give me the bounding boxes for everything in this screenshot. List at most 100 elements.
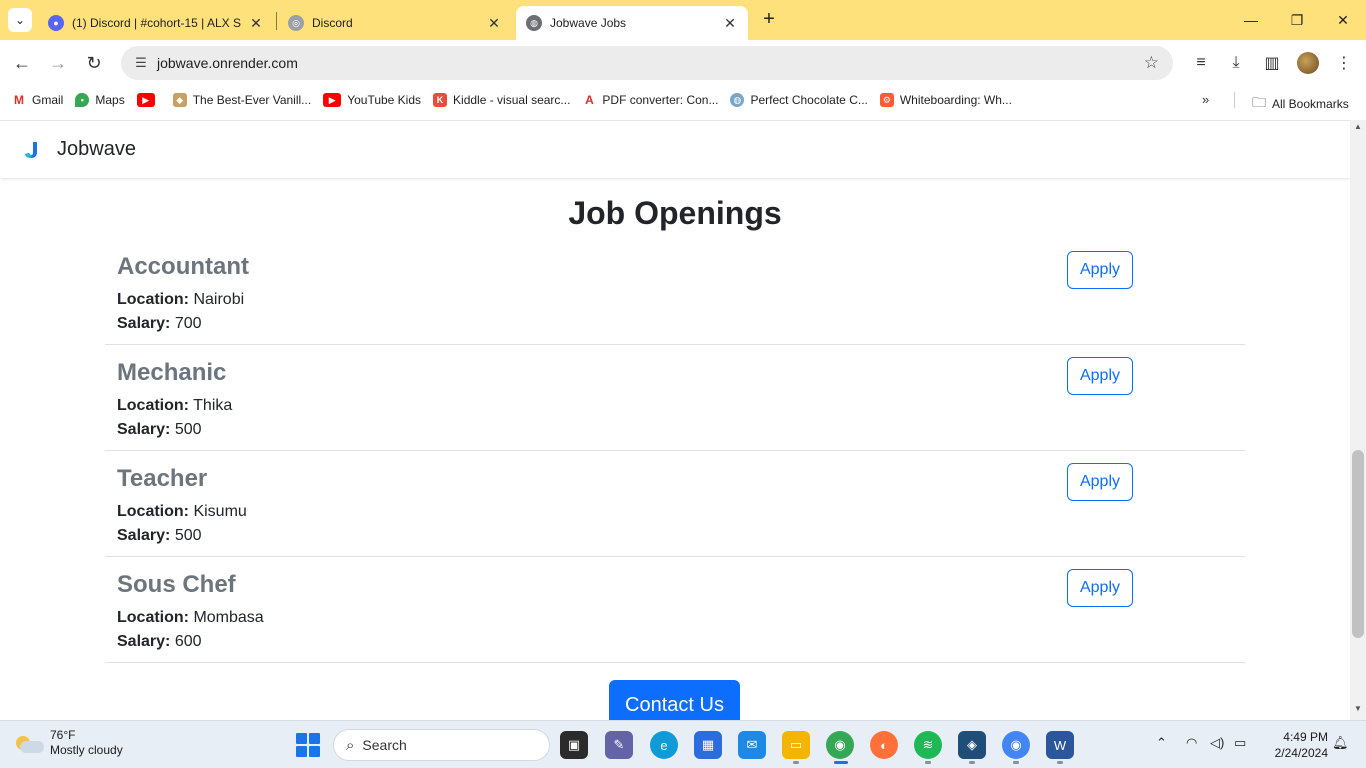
microsoft-store-icon[interactable]: ▦: [694, 731, 722, 759]
battery-icon[interactable]: ▭: [1234, 735, 1246, 751]
chevron-double-right-icon[interactable]: »: [1202, 92, 1209, 107]
salary-label: Salary:: [117, 315, 171, 332]
spotify-icon[interactable]: ≋: [914, 731, 942, 759]
wifi-icon[interactable]: ◠: [1186, 735, 1197, 751]
job-location: Location: Thika: [117, 397, 232, 415]
page-scrollbar[interactable]: ▲ ▼: [1350, 120, 1366, 720]
salary-label: Salary:: [117, 421, 171, 438]
tab-search-button[interactable]: ⌄: [8, 8, 32, 32]
running-indicator: [793, 761, 799, 764]
scroll-down-arrow-icon[interactable]: ▼: [1350, 704, 1366, 718]
browser-toolbar: ← → ↻ ☰ jobwave.onrender.com ☆ ≡ ⤓ ▥ ⋮: [0, 40, 1366, 86]
forward-button[interactable]: →: [43, 48, 73, 78]
bookmark-chocolate[interactable]: ◍ Perfect Chocolate C...: [730, 93, 868, 107]
maps-pin-icon: •: [75, 93, 90, 107]
chevron-down-icon: ⌄: [14, 13, 26, 27]
bookmark-youtube-kids[interactable]: ▶ YouTube Kids: [323, 93, 421, 107]
volume-icon[interactable]: ◁): [1210, 735, 1224, 751]
side-panel-icon[interactable]: ▥: [1257, 48, 1287, 78]
chrome-icon[interactable]: ◉: [826, 731, 854, 759]
all-bookmarks-button[interactable]: 🗀 All Bookmarks: [1252, 92, 1349, 116]
minimize-button[interactable]: —: [1228, 0, 1274, 40]
windows-taskbar: 76°F Mostly cloudy ⌕ Search ▣ ✎ e ▦ ✉ ▭ …: [0, 720, 1366, 768]
youtube-icon: ▶: [136, 93, 155, 107]
tab-discord[interactable]: ◎ Discord ✕: [278, 6, 512, 40]
bookmark-kiddle[interactable]: K Kiddle - visual searc...: [433, 93, 570, 107]
clock-date: 2/24/2024: [1274, 746, 1328, 760]
teams-chat-icon[interactable]: ✎: [605, 731, 633, 759]
profile-avatar[interactable]: [1293, 48, 1323, 78]
tab-jobwave-jobs[interactable]: ◍ Jobwave Jobs ✕: [516, 6, 748, 40]
bookmark-whiteboarding[interactable]: ⚙ Whiteboarding: Wh...: [879, 93, 1012, 107]
job-salary: Salary: 500: [117, 527, 202, 545]
bookmark-label: Gmail: [32, 93, 64, 107]
taskbar-search[interactable]: ⌕ Search: [333, 729, 550, 761]
job-salary: Salary: 500: [117, 421, 202, 439]
tab-discord-cohort[interactable]: ● (1) Discord | #cohort-15 | ALX S ✕: [38, 6, 274, 40]
job-title: Sous Chef: [117, 571, 236, 598]
edge-icon[interactable]: e: [650, 731, 678, 759]
bookmarks-bar: M Gmail • Maps ▶ ◆ The Best-Ever Vanill.…: [0, 86, 1366, 114]
close-icon[interactable]: ✕: [248, 15, 264, 32]
apply-button[interactable]: Apply: [1067, 569, 1133, 607]
bookmark-label: Whiteboarding: Wh...: [899, 93, 1012, 107]
reload-button[interactable]: ↻: [79, 48, 109, 78]
bookmark-star-icon[interactable]: ☆: [1144, 53, 1159, 73]
reading-list-icon[interactable]: ≡: [1186, 48, 1216, 78]
folder-icon: 🗀: [1252, 94, 1266, 110]
bookmark-youtube[interactable]: ▶: [136, 93, 161, 107]
bookmark-maps[interactable]: • Maps: [75, 93, 125, 107]
location-label: Location:: [117, 609, 189, 626]
contact-us-button[interactable]: Contact Us: [609, 680, 740, 720]
bookmark-gmail[interactable]: M Gmail: [12, 93, 63, 107]
new-tab-button[interactable]: +: [758, 8, 780, 32]
word-icon[interactable]: W: [1046, 731, 1074, 759]
scroll-up-arrow-icon[interactable]: ▲: [1350, 122, 1366, 136]
windows-start-icon[interactable]: [296, 733, 320, 757]
hubspot-icon: ⚙: [879, 93, 894, 107]
apply-button[interactable]: Apply: [1067, 357, 1133, 395]
bookmark-vanilla[interactable]: ◆ The Best-Ever Vanill...: [172, 93, 311, 107]
running-indicator: [969, 761, 975, 764]
download-icon[interactable]: ⤓: [1221, 48, 1251, 78]
close-icon[interactable]: ✕: [486, 15, 502, 32]
location-label: Location:: [117, 503, 189, 520]
task-view-icon[interactable]: ▣: [560, 731, 588, 759]
chevron-up-icon[interactable]: ⌃: [1156, 735, 1167, 751]
weather-widget[interactable]: 76°F Mostly cloudy: [14, 728, 123, 758]
mysql-workbench-icon[interactable]: ◈: [958, 731, 986, 759]
running-indicator: [1013, 761, 1019, 764]
restore-button[interactable]: ❐: [1274, 0, 1320, 40]
site-info-icon[interactable]: ☰: [125, 55, 157, 71]
mail-icon[interactable]: ✉: [738, 731, 766, 759]
job-listing: Mechanic Location: Thika Salary: 500 App…: [105, 345, 1245, 451]
brand-name[interactable]: Jobwave: [57, 138, 136, 161]
apply-button[interactable]: Apply: [1067, 251, 1133, 289]
search-label: Search: [362, 737, 407, 753]
bookmark-label: Kiddle - visual searc...: [453, 93, 571, 107]
jobwave-logo-icon[interactable]: [24, 141, 40, 159]
apply-button[interactable]: Apply: [1067, 463, 1133, 501]
job-location: Location: Mombasa: [117, 609, 264, 627]
back-button[interactable]: ←: [7, 48, 37, 78]
pdf-icon: A: [582, 93, 597, 107]
browser-tab-strip: ⌄ ● (1) Discord | #cohort-15 | ALX S ✕ ◎…: [0, 0, 1366, 40]
notification-bell-icon[interactable]: 🔔︎: [1332, 735, 1349, 751]
globe-icon: ◍: [730, 93, 745, 107]
address-bar[interactable]: ☰ jobwave.onrender.com ☆: [121, 46, 1173, 80]
location-value: Nairobi: [193, 291, 245, 308]
menu-kebab-icon[interactable]: ⋮: [1329, 48, 1359, 78]
file-explorer-icon[interactable]: ▭: [782, 731, 810, 759]
globe-icon: ◍: [526, 15, 542, 31]
scrollbar-thumb[interactable]: [1352, 450, 1364, 638]
page-title: Job Openings: [568, 195, 782, 231]
bookmark-label: Perfect Chocolate C...: [750, 93, 868, 107]
chrome-profile-icon[interactable]: ◉: [1002, 731, 1030, 759]
location-label: Location:: [117, 397, 189, 414]
search-icon: ⌕: [346, 736, 355, 754]
system-clock[interactable]: 4:49 PM 2/24/2024: [1262, 729, 1328, 761]
close-window-button[interactable]: ✕: [1320, 0, 1366, 40]
firefox-icon[interactable]: ◐: [870, 731, 898, 759]
bookmark-pdf-converter[interactable]: A PDF converter: Con...: [582, 93, 718, 107]
close-icon[interactable]: ✕: [722, 15, 738, 32]
